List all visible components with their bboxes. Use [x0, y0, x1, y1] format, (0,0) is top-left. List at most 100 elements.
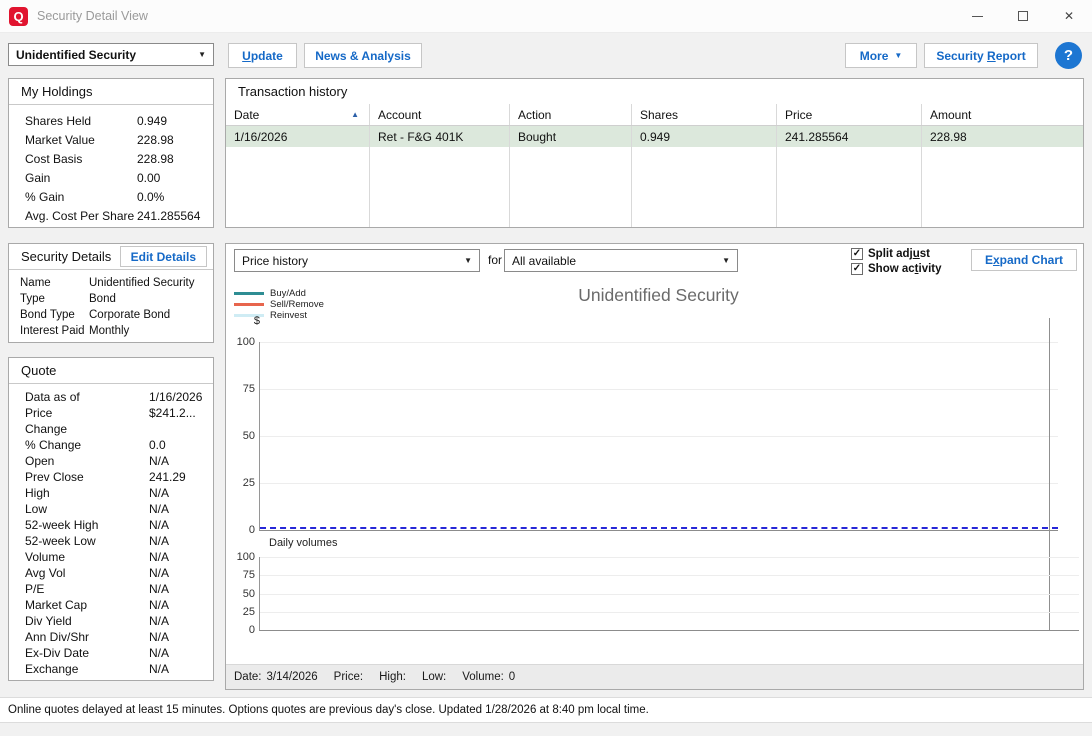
security-details-panel: Security Details Edit Details Name Uniden… — [8, 243, 214, 343]
quicken-logo-icon: Q — [9, 6, 28, 26]
price-history-plot[interactable]: 100 75 50 25 0 — [237, 336, 1058, 536]
y-tick: 0 — [248, 524, 255, 536]
quote-row: Exchange N/A — [25, 662, 170, 676]
column-header-action[interactable]: Action — [510, 104, 632, 125]
split-adjust-checkbox[interactable]: ✓ Split adjust — [851, 247, 942, 261]
chart-title: Unidentified Security — [578, 285, 739, 305]
minimize-button[interactable] — [954, 0, 1000, 32]
quote-row: Change — [25, 422, 68, 436]
quote-row: Div Yield N/A — [25, 614, 170, 628]
quote-row: High N/A — [25, 486, 170, 500]
column-header-amount[interactable]: Amount — [922, 104, 1083, 125]
info-high-label: High: — [379, 671, 406, 683]
my-holdings-panel: My Holdings Shares Held 0.949 Market Valu… — [8, 78, 214, 228]
info-price-label: Price: — [333, 671, 364, 683]
chart-type-selector[interactable]: Price history ▼ — [234, 249, 480, 272]
chart-range-selector[interactable]: All available ▼ — [504, 249, 738, 272]
y-tick: 75 — [242, 383, 255, 395]
info-date-value: 3/14/2026 — [266, 671, 318, 683]
panel-title: Quote — [21, 363, 57, 378]
crosshair-info-bar: Date: 3/14/2026 Price: High: Low: Volume:… — [226, 664, 1083, 689]
transaction-table-header: Date ▲ Account Action Shares Price Amount — [226, 104, 1083, 126]
sort-ascending-icon: ▲ — [351, 110, 359, 119]
quote-row: 52-week Low N/A — [25, 534, 170, 548]
transaction-history-panel: Transaction history Date ▲ Account Action… — [225, 78, 1084, 228]
column-header-date[interactable]: Date ▲ — [226, 104, 370, 125]
panel-title: My Holdings — [21, 84, 93, 99]
quote-row: Volume N/A — [25, 550, 170, 564]
show-activity-checkbox[interactable]: ✓ Show activity — [851, 262, 942, 276]
maximize-icon — [1018, 11, 1028, 21]
close-icon: ✕ — [1063, 9, 1075, 23]
y-tick: 100 — [236, 336, 255, 348]
holdings-row: Cost Basis 228.98 — [25, 151, 174, 166]
column-header-account[interactable]: Account — [370, 104, 510, 125]
y-tick: 100 — [236, 551, 255, 563]
y-tick: 50 — [242, 587, 255, 600]
details-row: Type Bond — [20, 293, 116, 305]
quote-row: Ann Div/Shr N/A — [25, 630, 170, 644]
column-header-shares[interactable]: Shares — [632, 104, 777, 125]
close-button[interactable]: ✕ — [1046, 0, 1092, 32]
maximize-button[interactable] — [1000, 0, 1046, 32]
y-tick: 25 — [242, 477, 255, 489]
quote-row: Price $241.2... — [25, 406, 196, 420]
checkbox-checked-icon: ✓ — [851, 248, 863, 260]
quote-row: Low N/A — [25, 502, 170, 516]
info-date-label: Date: — [234, 671, 262, 683]
holdings-row: Market Value 228.98 — [25, 132, 174, 147]
info-volume-value: 0 — [508, 671, 516, 683]
holdings-row: % Gain 0.0% — [25, 189, 165, 204]
info-volume-label: Volume: — [462, 671, 504, 683]
daily-volumes-plot[interactable]: 100 75 50 25 0 — [237, 551, 1079, 636]
edit-details-button[interactable]: Edit Details — [119, 246, 207, 267]
y-tick: 25 — [242, 605, 255, 618]
y-axis-unit-label: $ — [253, 315, 260, 327]
news-analysis-button[interactable]: News & Analysis — [304, 43, 422, 68]
more-button[interactable]: More ▼ — [845, 43, 917, 68]
holdings-row: Shares Held 0.949 — [25, 113, 168, 128]
quote-panel: Quote Data as of 1/16/2026 Price $241.2...… — [8, 357, 214, 681]
chart-panel: Price history ▼ for All available ▼ ✓ Sp… — [225, 243, 1084, 690]
minimize-icon — [971, 15, 983, 17]
table-row[interactable]: 1/16/2026 Ret - F&G 401K Bought 0.949 24… — [226, 126, 1083, 147]
quote-row: Avg Vol N/A — [25, 566, 170, 580]
info-low-label: Low: — [421, 671, 447, 683]
quote-row: Open N/A — [25, 454, 170, 468]
y-tick: 50 — [242, 430, 255, 442]
holdings-row: Avg. Cost Per Share 241.285564 — [25, 208, 201, 223]
panel-title: Transaction history — [238, 84, 348, 99]
details-row: Interest Paid Monthly — [20, 325, 130, 337]
quote-row: Market Cap N/A — [25, 598, 170, 612]
security-report-button[interactable]: Security Report — [924, 43, 1038, 68]
quote-row: 52-week High N/A — [25, 518, 170, 532]
quote-row: Data as of 1/16/2026 — [25, 390, 203, 404]
details-row: Name Unidentified Security — [20, 277, 195, 289]
security-selector-value: Unidentified Security — [16, 47, 137, 62]
daily-volumes-label: Daily volumes — [269, 537, 338, 549]
transaction-table-empty-area — [226, 147, 1083, 227]
chevron-down-icon: ▼ — [722, 256, 730, 265]
quote-row: % Change 0.0 — [25, 438, 166, 452]
holdings-row: Gain 0.00 — [25, 170, 161, 185]
security-selector[interactable]: Unidentified Security ▼ — [8, 43, 214, 66]
window-title: Security Detail View — [37, 9, 148, 23]
y-tick: 0 — [248, 624, 255, 636]
help-button[interactable]: ? — [1055, 42, 1082, 69]
status-text: Online quotes delayed at least 15 minute… — [8, 704, 649, 716]
status-bar: Online quotes delayed at least 15 minute… — [0, 697, 1092, 723]
quote-row: P/E N/A — [25, 582, 170, 596]
titlebar: Q Security Detail View ✕ — [0, 0, 1092, 33]
chevron-down-icon: ▼ — [198, 50, 206, 59]
panel-title: Security Details — [21, 249, 112, 264]
y-tick: 75 — [242, 569, 255, 582]
price-line — [260, 527, 1058, 529]
column-header-price[interactable]: Price — [777, 104, 922, 125]
details-row: Bond Type Corporate Bond — [20, 309, 171, 321]
for-label: for — [488, 253, 503, 267]
chevron-down-icon: ▼ — [894, 51, 903, 60]
update-button[interactable]: Update — [228, 43, 297, 68]
chevron-down-icon: ▼ — [464, 256, 472, 265]
checkbox-checked-icon: ✓ — [851, 263, 863, 275]
expand-chart-button[interactable]: Expand Chart — [971, 249, 1077, 271]
